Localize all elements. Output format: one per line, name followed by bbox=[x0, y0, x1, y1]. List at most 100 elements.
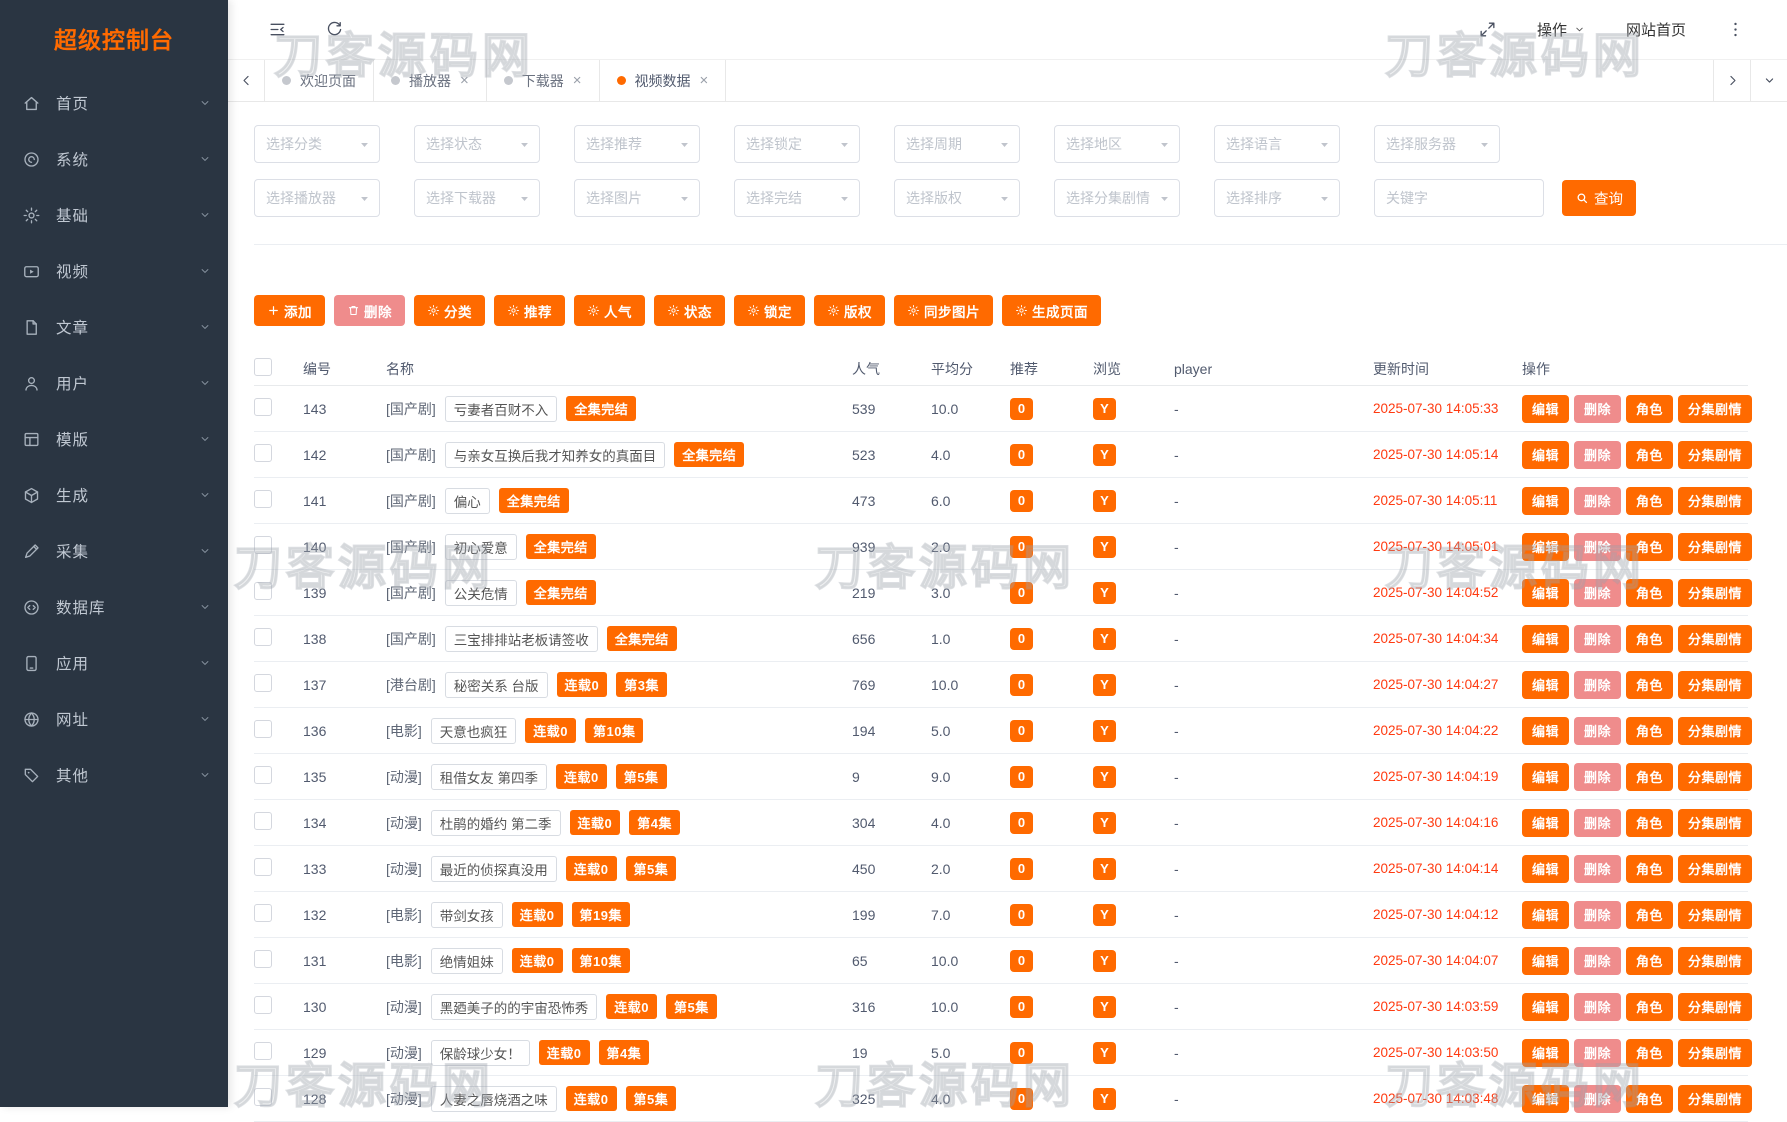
row-delete-button[interactable]: 删除 bbox=[1574, 1038, 1622, 1067]
row-delete-button[interactable]: 删除 bbox=[1574, 670, 1622, 699]
toolbar-lock-button[interactable]: 锁定 bbox=[734, 295, 805, 326]
row-edit-button[interactable]: 编辑 bbox=[1522, 762, 1570, 791]
row-checkbox[interactable] bbox=[254, 582, 272, 600]
row-episodes-button[interactable]: 分集剧情 bbox=[1678, 1084, 1753, 1113]
tab-player[interactable]: 播放器 × bbox=[374, 60, 487, 101]
row-role-button[interactable]: 角色 bbox=[1626, 854, 1674, 883]
row-edit-button[interactable]: 编辑 bbox=[1522, 1038, 1570, 1067]
row-delete-button[interactable]: 删除 bbox=[1574, 486, 1622, 515]
row-edit-button[interactable]: 编辑 bbox=[1522, 992, 1570, 1021]
row-checkbox[interactable] bbox=[254, 674, 272, 692]
row-delete-button[interactable]: 删除 bbox=[1574, 1084, 1622, 1113]
row-episodes-button[interactable]: 分集剧情 bbox=[1678, 624, 1753, 653]
sidebar-item-video[interactable]: 视频 bbox=[0, 243, 228, 299]
filter-select-language[interactable]: 选择语言 bbox=[1214, 125, 1340, 163]
row-episodes-button[interactable]: 分集剧情 bbox=[1678, 716, 1753, 745]
row-checkbox[interactable] bbox=[254, 858, 272, 876]
filter-select-cycle[interactable]: 选择周期 bbox=[894, 125, 1020, 163]
collapse-menu-icon[interactable] bbox=[268, 20, 287, 39]
row-role-button[interactable]: 角色 bbox=[1626, 1038, 1674, 1067]
row-episodes-button[interactable]: 分集剧情 bbox=[1678, 854, 1753, 883]
sidebar-item-site[interactable]: 网址 bbox=[0, 691, 228, 747]
row-episodes-button[interactable]: 分集剧情 bbox=[1678, 486, 1753, 515]
row-episodes-button[interactable]: 分集剧情 bbox=[1678, 394, 1753, 423]
toolbar-recommend-button[interactable]: 推荐 bbox=[494, 295, 565, 326]
row-checkbox[interactable] bbox=[254, 812, 272, 830]
tab-close-icon[interactable]: × bbox=[460, 73, 469, 88]
sidebar-item-other[interactable]: 其他 bbox=[0, 747, 228, 803]
row-delete-button[interactable]: 删除 bbox=[1574, 394, 1622, 423]
row-episodes-button[interactable]: 分集剧情 bbox=[1678, 900, 1753, 929]
sidebar-item-template[interactable]: 模版 bbox=[0, 411, 228, 467]
row-edit-button[interactable]: 编辑 bbox=[1522, 670, 1570, 699]
row-checkbox[interactable] bbox=[254, 490, 272, 508]
row-checkbox[interactable] bbox=[254, 1042, 272, 1060]
sidebar-item-user[interactable]: 用户 bbox=[0, 355, 228, 411]
row-role-button[interactable]: 角色 bbox=[1626, 624, 1674, 653]
row-delete-button[interactable]: 删除 bbox=[1574, 762, 1622, 791]
row-role-button[interactable]: 角色 bbox=[1626, 762, 1674, 791]
toolbar-generate-page-button[interactable]: 生成页面 bbox=[1002, 295, 1101, 326]
search-button[interactable]: 查询 bbox=[1562, 180, 1636, 216]
row-delete-button[interactable]: 删除 bbox=[1574, 900, 1622, 929]
row-edit-button[interactable]: 编辑 bbox=[1522, 440, 1570, 469]
sidebar-item-collect[interactable]: 采集 bbox=[0, 523, 228, 579]
row-edit-button[interactable]: 编辑 bbox=[1522, 624, 1570, 653]
refresh-icon[interactable] bbox=[325, 20, 344, 39]
toolbar-status-button[interactable]: 状态 bbox=[654, 295, 725, 326]
row-delete-button[interactable]: 删除 bbox=[1574, 716, 1622, 745]
keyword-input[interactable] bbox=[1374, 179, 1544, 217]
sidebar-item-app[interactable]: 应用 bbox=[0, 635, 228, 691]
toolbar-category-button[interactable]: 分类 bbox=[414, 295, 485, 326]
row-checkbox[interactable] bbox=[254, 996, 272, 1014]
row-edit-button[interactable]: 编辑 bbox=[1522, 1084, 1570, 1113]
filter-select-copyright[interactable]: 选择版权 bbox=[894, 179, 1020, 217]
row-role-button[interactable]: 角色 bbox=[1626, 486, 1674, 515]
row-edit-button[interactable]: 编辑 bbox=[1522, 900, 1570, 929]
row-episodes-button[interactable]: 分集剧情 bbox=[1678, 808, 1753, 837]
row-role-button[interactable]: 角色 bbox=[1626, 716, 1674, 745]
row-edit-button[interactable]: 编辑 bbox=[1522, 486, 1570, 515]
row-edit-button[interactable]: 编辑 bbox=[1522, 946, 1570, 975]
tabs-menu-button[interactable] bbox=[1750, 60, 1787, 101]
row-edit-button[interactable]: 编辑 bbox=[1522, 532, 1570, 561]
sidebar-item-system[interactable]: 系统 bbox=[0, 131, 228, 187]
fullscreen-icon[interactable] bbox=[1478, 20, 1497, 39]
row-role-button[interactable]: 角色 bbox=[1626, 670, 1674, 699]
row-checkbox[interactable] bbox=[254, 536, 272, 554]
sidebar-item-database[interactable]: 数据库 bbox=[0, 579, 228, 635]
sidebar-item-generate[interactable]: 生成 bbox=[0, 467, 228, 523]
filter-select-region[interactable]: 选择地区 bbox=[1054, 125, 1180, 163]
site-home-link[interactable]: 网站首页 bbox=[1626, 19, 1686, 40]
row-edit-button[interactable]: 编辑 bbox=[1522, 394, 1570, 423]
tab-video-data[interactable]: 视频数据 × bbox=[599, 60, 727, 101]
row-delete-button[interactable]: 删除 bbox=[1574, 578, 1622, 607]
toolbar-add-button[interactable]: 添加 bbox=[254, 295, 325, 326]
filter-select-episode-plot[interactable]: 选择分集剧情 bbox=[1054, 179, 1180, 217]
row-checkbox[interactable] bbox=[254, 398, 272, 416]
row-episodes-button[interactable]: 分集剧情 bbox=[1678, 578, 1753, 607]
select-all-checkbox[interactable] bbox=[254, 358, 272, 376]
tab-close-icon[interactable]: × bbox=[700, 73, 709, 88]
sidebar-item-article[interactable]: 文章 bbox=[0, 299, 228, 355]
row-checkbox[interactable] bbox=[254, 1088, 272, 1106]
row-role-button[interactable]: 角色 bbox=[1626, 900, 1674, 929]
row-role-button[interactable]: 角色 bbox=[1626, 394, 1674, 423]
filter-select-status[interactable]: 选择状态 bbox=[414, 125, 540, 163]
row-delete-button[interactable]: 删除 bbox=[1574, 624, 1622, 653]
more-vertical-icon[interactable] bbox=[1726, 20, 1745, 39]
filter-select-image[interactable]: 选择图片 bbox=[574, 179, 700, 217]
row-role-button[interactable]: 角色 bbox=[1626, 946, 1674, 975]
filter-select-lock[interactable]: 选择锁定 bbox=[734, 125, 860, 163]
row-episodes-button[interactable]: 分集剧情 bbox=[1678, 762, 1753, 791]
row-episodes-button[interactable]: 分集剧情 bbox=[1678, 532, 1753, 561]
tab-downloader[interactable]: 下载器 × bbox=[486, 60, 600, 101]
row-delete-button[interactable]: 删除 bbox=[1574, 946, 1622, 975]
row-edit-button[interactable]: 编辑 bbox=[1522, 578, 1570, 607]
filter-select-category[interactable]: 选择分类 bbox=[254, 125, 380, 163]
row-edit-button[interactable]: 编辑 bbox=[1522, 716, 1570, 745]
row-edit-button[interactable]: 编辑 bbox=[1522, 854, 1570, 883]
row-role-button[interactable]: 角色 bbox=[1626, 1084, 1674, 1113]
row-delete-button[interactable]: 删除 bbox=[1574, 532, 1622, 561]
row-role-button[interactable]: 角色 bbox=[1626, 808, 1674, 837]
